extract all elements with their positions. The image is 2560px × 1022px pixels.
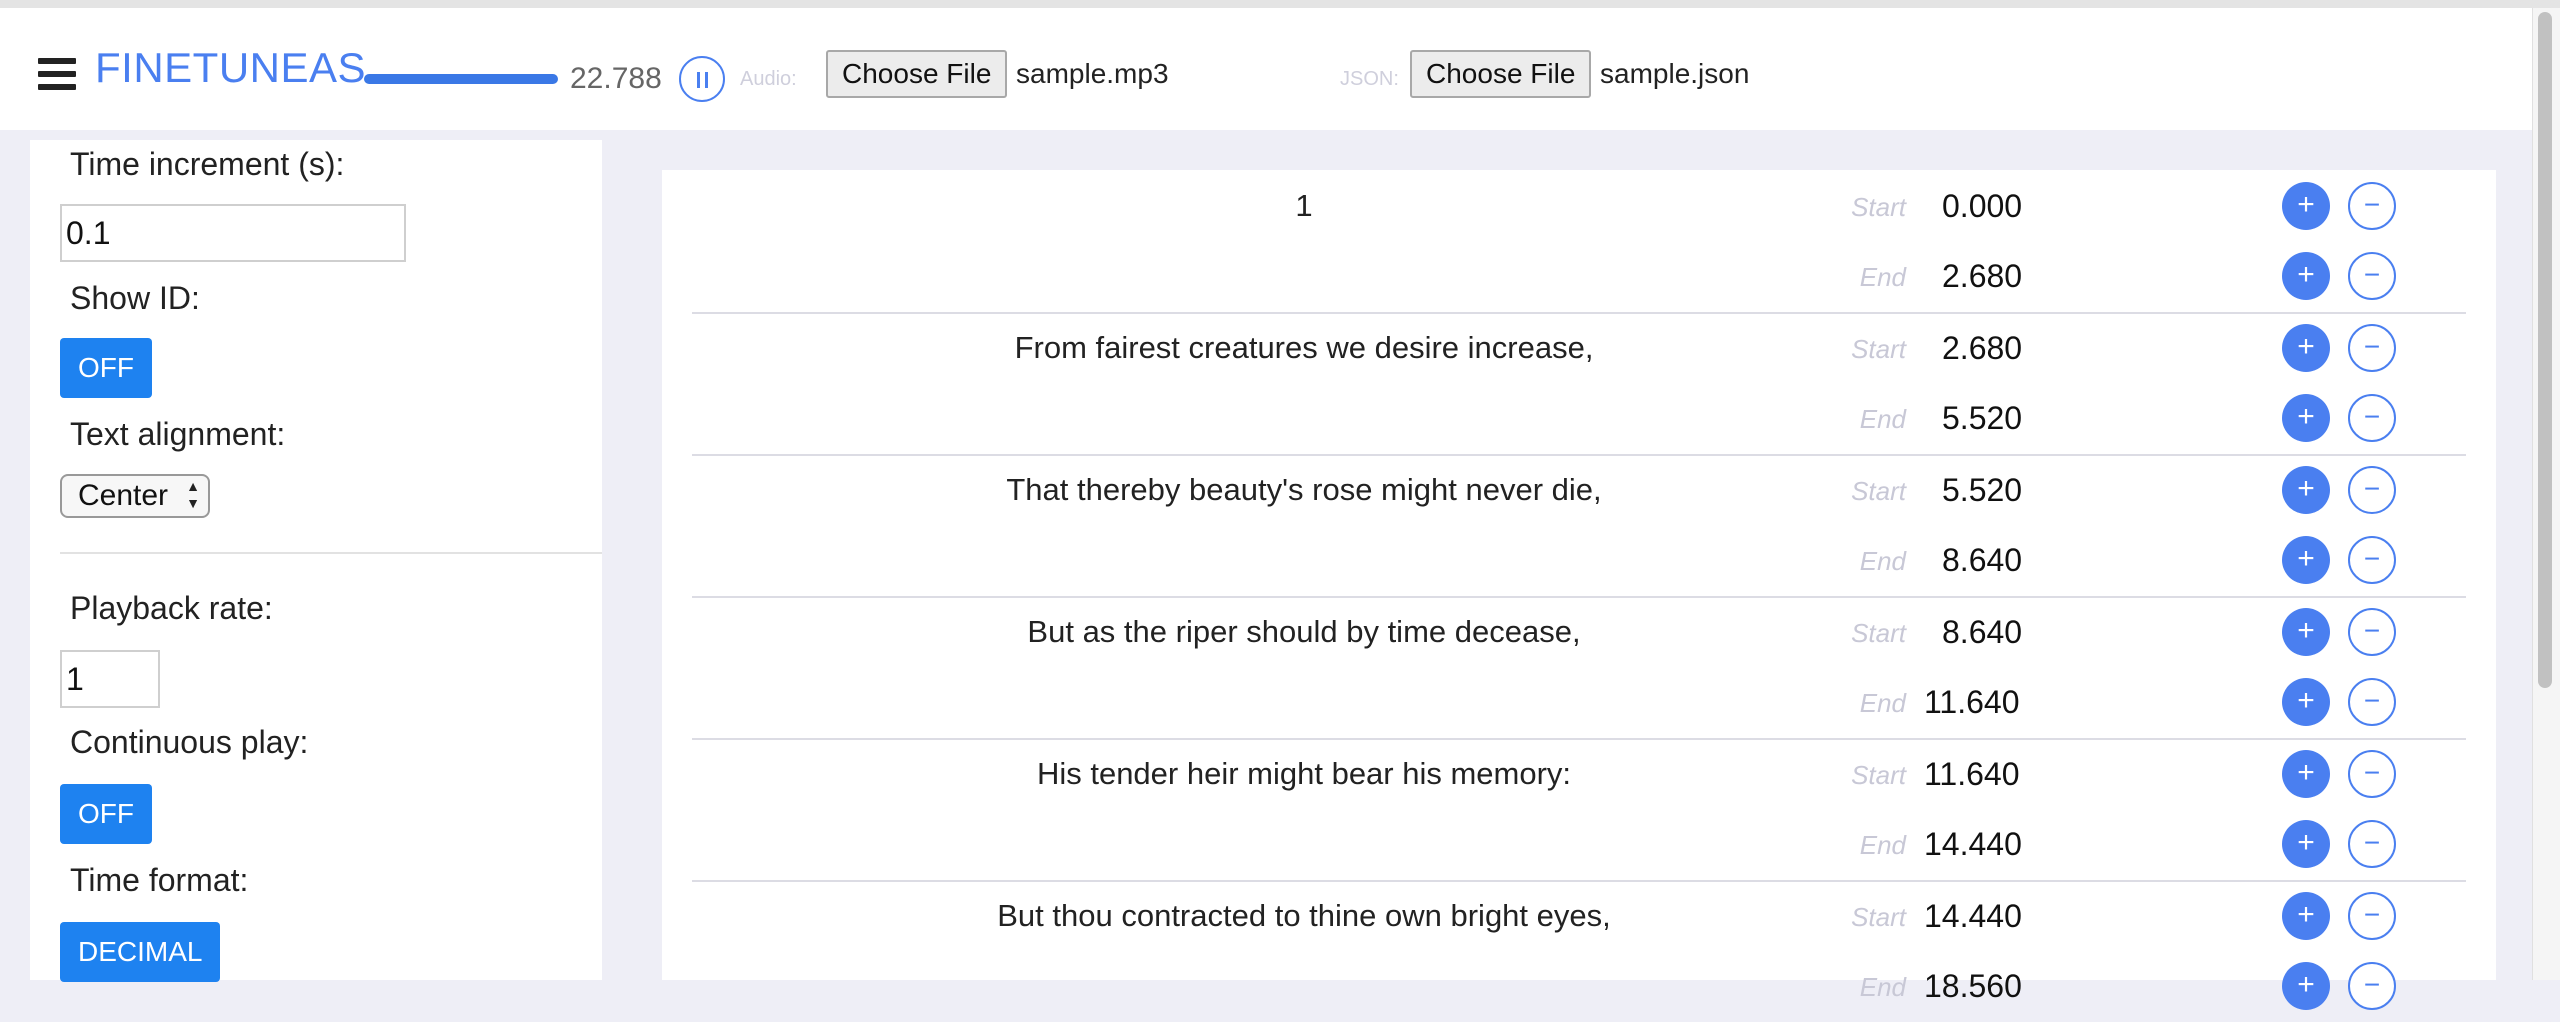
continuous-play-label: Continuous play: [70, 724, 309, 760]
fragment-text[interactable]: 1 [692, 188, 1916, 224]
audio-choose-file-button[interactable]: Choose File [826, 50, 1008, 98]
increase-start-plus-icon[interactable]: + [2282, 182, 2330, 230]
end-time-value[interactable]: 8.640 [1942, 542, 2102, 579]
start-time-label: Start [1851, 476, 1906, 506]
time-increment-input[interactable]: 0.1 [60, 204, 406, 262]
end-time-label: End [1859, 972, 1906, 1002]
start-time-label: Start [1851, 618, 1906, 648]
decrease-end-minus-icon[interactable]: − [2348, 962, 2396, 1010]
time-format-toggle[interactable]: DECIMAL [60, 922, 221, 982]
increase-end-plus-icon[interactable]: + [2282, 962, 2330, 1010]
start-time-value[interactable]: 11.640 [1924, 756, 2084, 793]
fragment-text[interactable]: But thou contracted to thine own bright … [692, 898, 1916, 934]
increase-start-plus-icon[interactable]: + [2282, 324, 2330, 372]
fragment-row: From fairest creatures we desire increas… [692, 312, 2466, 454]
time-format-label: Time format: [70, 862, 249, 898]
increase-end-plus-icon[interactable]: + [2282, 252, 2330, 300]
decrease-end-minus-icon[interactable]: − [2348, 394, 2396, 442]
increase-end-plus-icon[interactable]: + [2282, 678, 2330, 726]
select-arrows-icon: ▲ ▼ [186, 478, 200, 511]
end-time-label: End [1859, 830, 1906, 860]
increase-start-plus-icon[interactable]: + [2282, 466, 2330, 514]
decrease-end-minus-icon[interactable]: − [2348, 536, 2396, 584]
increase-end-plus-icon[interactable]: + [2282, 394, 2330, 442]
start-time-label: Start [1851, 192, 1906, 222]
end-time-label: End [1859, 546, 1906, 576]
audio-file-name: sample.mp3 [1016, 58, 1169, 89]
increase-end-plus-icon[interactable]: + [2282, 536, 2330, 584]
fragment-text[interactable]: His tender heir might bear his memory: [692, 756, 1916, 792]
start-time-value[interactable]: 0.000 [1942, 188, 2102, 225]
fragment-row: His tender heir might bear his memory: St… [692, 738, 2466, 880]
decrease-start-minus-icon[interactable]: − [2348, 324, 2396, 372]
pause-icon[interactable] [679, 56, 725, 102]
end-time-label: End [1859, 262, 1906, 292]
start-time-value[interactable]: 8.640 [1942, 614, 2102, 651]
text-alignment-select[interactable]: Center ▲ ▼ [60, 474, 210, 518]
fragment-text[interactable]: From fairest creatures we desire increas… [692, 330, 1916, 366]
json-file-name: sample.json [1600, 58, 1750, 89]
decrease-start-minus-icon[interactable]: − [2348, 892, 2396, 940]
end-time-value[interactable]: 14.440 [1924, 826, 2084, 863]
json-label: JSON: [1340, 68, 1399, 90]
end-time-label: End [1859, 688, 1906, 718]
decrease-start-minus-icon[interactable]: − [2348, 608, 2396, 656]
decrease-start-minus-icon[interactable]: − [2348, 466, 2396, 514]
playback-progress-bar[interactable] [364, 74, 558, 84]
decrease-end-minus-icon[interactable]: − [2348, 678, 2396, 726]
decrease-end-minus-icon[interactable]: − [2348, 252, 2396, 300]
fragment-row: But thou contracted to thine own bright … [692, 880, 2466, 1022]
show-id-toggle[interactable]: OFF [60, 338, 152, 398]
continuous-play-toggle[interactable]: OFF [60, 784, 152, 844]
start-time-value[interactable]: 14.440 [1924, 898, 2084, 935]
playback-rate-input[interactable]: 1 [60, 650, 160, 708]
current-time-readout: 22.788 [570, 62, 662, 95]
end-time-value[interactable]: 5.520 [1942, 400, 2102, 437]
start-time-label: Start [1851, 334, 1906, 364]
increase-end-plus-icon[interactable]: + [2282, 820, 2330, 868]
text-alignment-label: Text alignment: [70, 416, 286, 452]
start-time-label: Start [1851, 760, 1906, 790]
audio-label: Audio: [740, 68, 797, 90]
fragment-row: 1 Start 0.000 + − End 2.680 + − [692, 170, 2466, 312]
decrease-end-minus-icon[interactable]: − [2348, 820, 2396, 868]
playback-rate-label: Playback rate: [70, 590, 273, 626]
hamburger-menu-icon[interactable] [38, 58, 76, 90]
fragment-row: But as the riper should by time decease,… [692, 596, 2466, 738]
increase-start-plus-icon[interactable]: + [2282, 608, 2330, 656]
end-time-value[interactable]: 18.560 [1924, 968, 2084, 1005]
start-time-label: Start [1851, 902, 1906, 932]
fragment-text[interactable]: But as the riper should by time decease, [692, 614, 1916, 650]
start-time-value[interactable]: 2.680 [1942, 330, 2102, 367]
start-time-value[interactable]: 5.520 [1942, 472, 2102, 509]
app-logo: FINETUNEAS [95, 44, 367, 91]
decrease-start-minus-icon[interactable]: − [2348, 750, 2396, 798]
show-id-label: Show ID: [70, 280, 200, 316]
time-increment-label: Time increment (s): [70, 146, 345, 182]
end-time-value[interactable]: 2.680 [1942, 258, 2102, 295]
increase-start-plus-icon[interactable]: + [2282, 750, 2330, 798]
end-time-label: End [1859, 404, 1906, 434]
increase-start-plus-icon[interactable]: + [2282, 892, 2330, 940]
fragments-panel: 1 Start 0.000 + − End 2.680 + − From fairest crea… [662, 170, 2496, 1010]
app-header: FINETUNEAS 22.788 Audio: Choose File sam… [0, 8, 2532, 130]
json-choose-file-button[interactable]: Choose File [1410, 50, 1592, 98]
decrease-start-minus-icon[interactable]: − [2348, 182, 2396, 230]
fragment-row: That thereby beauty's rose might never d… [692, 454, 2466, 596]
scrollbar-thumb[interactable] [2538, 12, 2552, 688]
settings-sidebar: Time increment (s): 0.1 Show ID: OFF Tex… [30, 140, 602, 982]
fragment-text[interactable]: That thereby beauty's rose might never d… [692, 472, 1916, 508]
end-time-value[interactable]: 11.640 [1924, 684, 2084, 721]
browser-top-edge [0, 0, 2560, 8]
sidebar-divider [60, 552, 602, 554]
text-alignment-value: Center [78, 479, 169, 512]
